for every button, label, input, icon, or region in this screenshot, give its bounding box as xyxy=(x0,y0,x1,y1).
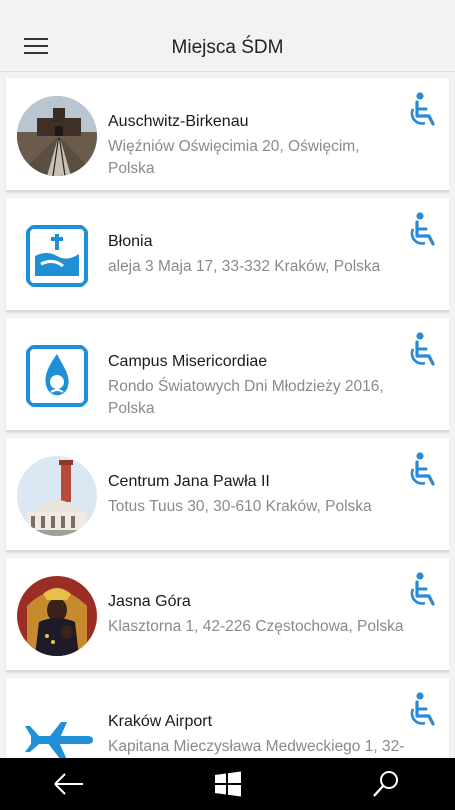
list-item[interactable]: Auschwitz-Birkenau Więźniów Oświęcimia 2… xyxy=(6,78,449,192)
place-name: Campus Misericordiae xyxy=(108,353,268,370)
place-address: Kapitana Mieczysława Medweckiego 1, 32-0… xyxy=(108,738,405,755)
list-item[interactable]: Campus Misericordiae Rondo Światowych Dn… xyxy=(6,318,449,432)
place-name: Kraków Airport xyxy=(108,713,213,730)
wheelchair-accessible-icon xyxy=(409,572,439,606)
place-name: Jasna Góra xyxy=(108,593,191,610)
back-arrow-icon[interactable] xyxy=(51,768,87,800)
place-address: aleja 3 Maja 17, 33-332 Kraków, Polska xyxy=(108,258,381,275)
wheelchair-accessible-icon xyxy=(409,212,439,246)
wheelchair-accessible-icon xyxy=(409,452,439,486)
app-header: Miejsca ŚDM xyxy=(0,0,455,72)
places-list[interactable]: Auschwitz-Birkenau Więźniów Oświęcimia 2… xyxy=(0,72,455,758)
list-item[interactable]: Kraków Airport Kapitana Mieczysława Medw… xyxy=(6,678,449,758)
place-thumbnail xyxy=(17,336,97,416)
place-name: Błonia xyxy=(108,233,153,250)
place-thumbnail xyxy=(17,96,97,176)
place-address: Totus Tuus 30, 30-610 Kraków, Polska xyxy=(108,498,372,515)
wheelchair-accessible-icon xyxy=(409,692,439,726)
system-nav-bar xyxy=(0,758,455,810)
place-address: Rondo Światowych Dni Młodzieży 2016, Pol… xyxy=(108,378,384,417)
wheelchair-accessible-icon xyxy=(409,332,439,366)
list-item[interactable]: Centrum Jana Pawła II Totus Tuus 30, 30-… xyxy=(6,438,449,552)
place-address: Więźniów Oświęcimia 20, Oświęcim, Polska xyxy=(108,138,360,177)
list-item[interactable]: Jasna Góra Klasztorna 1, 42-226 Częstoch… xyxy=(6,558,449,672)
windows-logo-icon[interactable] xyxy=(210,768,246,800)
list-item[interactable]: Błonia aleja 3 Maja 17, 33-332 Kraków, P… xyxy=(6,198,449,312)
place-thumbnail xyxy=(17,216,97,296)
place-thumbnail xyxy=(17,456,97,536)
place-name: Auschwitz-Birkenau xyxy=(108,113,249,130)
wheelchair-accessible-icon xyxy=(409,92,439,126)
place-thumbnail xyxy=(17,576,97,656)
page-title: Miejsca ŚDM xyxy=(171,37,284,58)
search-icon[interactable] xyxy=(368,768,404,800)
place-thumbnail xyxy=(17,696,97,758)
place-address: Klasztorna 1, 42-226 Częstochowa, Polska xyxy=(108,618,404,635)
place-name: Centrum Jana Pawła II xyxy=(108,473,270,490)
